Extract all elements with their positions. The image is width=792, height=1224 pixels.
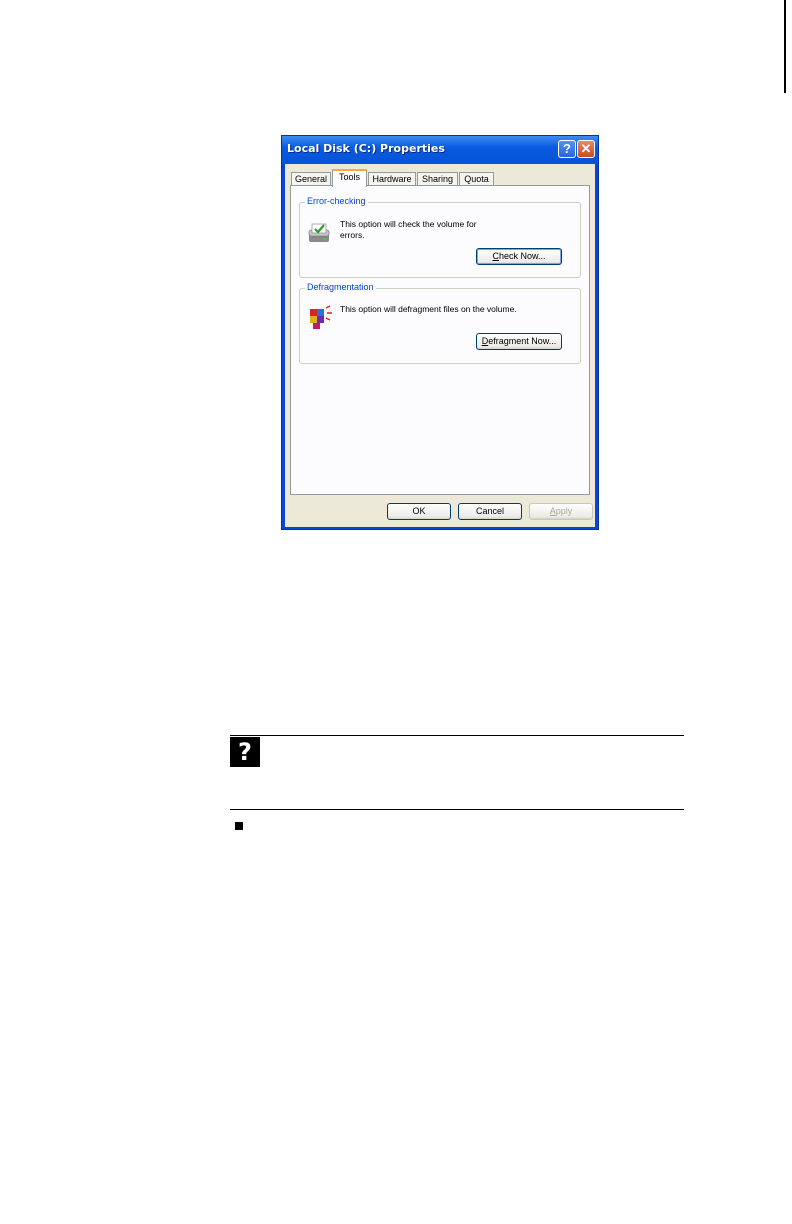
- check-now-button[interactable]: Check Now...: [476, 248, 562, 265]
- help-button[interactable]: ?: [558, 140, 576, 158]
- defragment-now-label: efragment Now...: [488, 336, 557, 346]
- title-bar[interactable]: Local Disk (C:) Properties ? ✕: [282, 136, 598, 164]
- tab-sharing[interactable]: Sharing: [417, 172, 458, 186]
- tools-tab-panel: Error-checking This option will check th…: [290, 185, 590, 495]
- error-checking-title: Error-checking: [305, 196, 368, 206]
- defragment-icon: [310, 305, 332, 329]
- tab-general[interactable]: General: [291, 172, 331, 186]
- disk-check-icon: [308, 223, 330, 242]
- dialog-title: Local Disk (C:) Properties: [287, 142, 445, 155]
- properties-dialog: Local Disk (C:) Properties ? ✕ General T…: [281, 135, 599, 530]
- error-checking-group: Error-checking This option will check th…: [299, 196, 581, 278]
- apply-button[interactable]: Apply: [529, 503, 593, 520]
- check-now-label: heck Now...: [498, 251, 546, 261]
- tab-hardware[interactable]: Hardware: [368, 172, 416, 186]
- ok-button[interactable]: OK: [387, 503, 451, 520]
- apply-label: pply: [555, 506, 573, 516]
- defragmentation-title: Defragmentation: [305, 282, 376, 292]
- tab-quota[interactable]: Quota: [459, 172, 494, 186]
- margin-rule: [784, 0, 786, 93]
- help-note-icon: ?: [230, 737, 260, 767]
- defragmentation-description: This option will defragment files on the…: [340, 304, 517, 314]
- note-top-rule: [230, 735, 684, 736]
- cancel-button[interactable]: Cancel: [458, 503, 522, 520]
- defragment-now-button[interactable]: Defragment Now...: [476, 333, 562, 350]
- close-button[interactable]: ✕: [577, 140, 595, 158]
- error-checking-description: This option will check the volume for er…: [340, 219, 477, 240]
- note-bottom-rule: [230, 809, 684, 810]
- defragmentation-group: Defragmentation This option will defragm…: [299, 282, 581, 364]
- dialog-client-area: General Tools Hardware Sharing Quota Err…: [285, 164, 595, 527]
- section-end-marker: [235, 822, 243, 830]
- tab-tools[interactable]: Tools: [332, 169, 367, 187]
